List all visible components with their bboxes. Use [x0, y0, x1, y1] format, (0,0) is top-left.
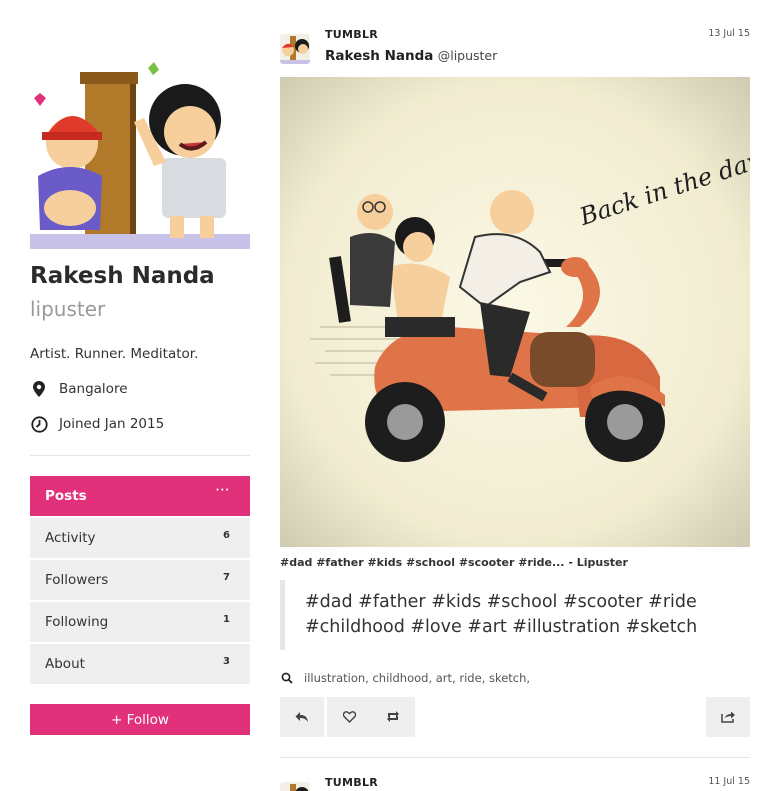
nav-item-posts[interactable]: Posts ···: [30, 476, 250, 516]
nav-item-activity[interactable]: Activity 6: [30, 518, 250, 558]
location-pin-icon: [30, 380, 48, 398]
profile-name: Rakesh Nanda: [30, 263, 215, 289]
like-button[interactable]: [327, 697, 371, 737]
nav-item-label: Followers: [45, 572, 109, 588]
reblog-icon: [386, 708, 400, 727]
profile-bio: Artist. Runner. Meditator.: [30, 346, 199, 362]
nav-item-label: Posts: [45, 488, 87, 504]
nav-item-count: 7: [223, 572, 230, 583]
location-text: Bangalore: [59, 381, 128, 397]
search-icon: [280, 671, 294, 685]
joined-text: Joined Jan 2015: [59, 416, 165, 432]
post-quote-line: #dad #father #kids #school #scooter #rid…: [305, 592, 697, 612]
post-separator: [280, 757, 750, 758]
post-source: TUMBLR: [325, 28, 379, 41]
post-image[interactable]: Back in the days...: [280, 77, 750, 547]
post-tags-list[interactable]: illustration, childhood, art, ride, sket…: [304, 671, 530, 685]
nav-item-count: 3: [223, 656, 230, 667]
nav-item-label: About: [45, 656, 85, 672]
nav-item-count: 6: [223, 530, 230, 541]
nav-item-label: Following: [45, 614, 109, 630]
post-quote: #dad #father #kids #school #scooter #rid…: [280, 580, 750, 650]
nav-item-more: ···: [215, 485, 230, 496]
post-author-handle[interactable]: @lipuster: [438, 48, 498, 63]
profile-location: Bangalore: [30, 380, 128, 398]
clock-icon: [30, 415, 48, 433]
profile-nav: Posts ··· Activity 6 Followers 7 Followi…: [30, 476, 250, 686]
nav-item-following[interactable]: Following 1: [30, 602, 250, 642]
post-tags: illustration, childhood, art, ride, sket…: [280, 671, 530, 685]
profile-banner-image: [30, 58, 250, 249]
profile-joined: Joined Jan 2015: [30, 415, 164, 433]
follow-button[interactable]: + Follow: [30, 704, 250, 735]
post-author[interactable]: Rakesh Nanda @lipuster: [325, 48, 497, 64]
reply-button[interactable]: [280, 697, 324, 737]
nav-item-about[interactable]: About 3: [30, 644, 250, 684]
post-author-name[interactable]: Rakesh Nanda: [325, 48, 433, 64]
post-quote-line: #childhood #love #art #illustration #ske…: [305, 617, 698, 637]
sidebar-divider: [30, 455, 250, 456]
reply-icon: [295, 708, 309, 727]
heart-icon: [342, 708, 356, 727]
post-actions: [280, 697, 750, 737]
post-avatar[interactable]: [280, 34, 310, 64]
post-date: 11 Jul 15: [708, 776, 750, 787]
profile-handle: lipuster: [30, 297, 106, 321]
post-avatar[interactable]: [280, 782, 310, 791]
share-button[interactable]: [706, 697, 750, 737]
reblog-button[interactable]: [371, 697, 415, 737]
nav-item-count: 1: [223, 614, 230, 625]
post-date: 13 Jul 15: [708, 28, 750, 39]
share-icon: [720, 708, 736, 727]
nav-item-label: Activity: [45, 530, 96, 546]
post-caption[interactable]: #dad #father #kids #school #scooter #rid…: [280, 556, 628, 569]
post-source: TUMBLR: [325, 776, 379, 789]
nav-item-followers[interactable]: Followers 7: [30, 560, 250, 600]
